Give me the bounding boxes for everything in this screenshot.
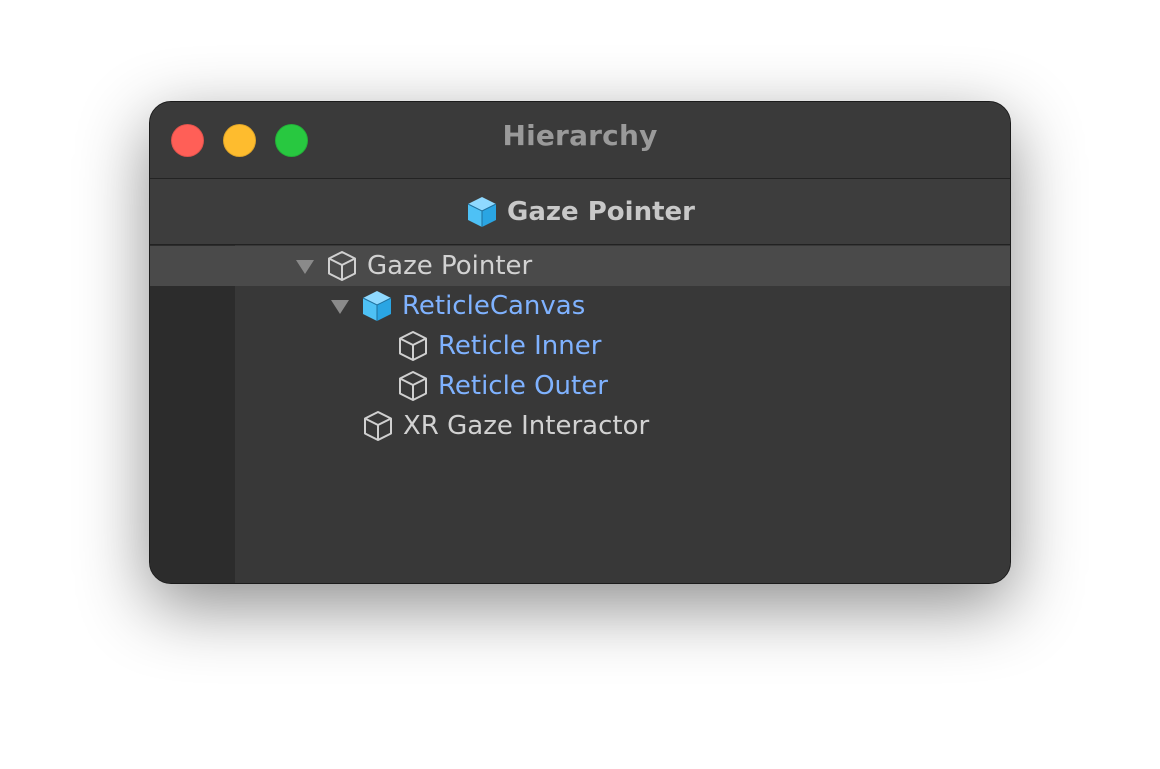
hierarchy-window: Hierarchy Gaze Pointer Gaze Pointer Reti… — [149, 101, 1011, 584]
window-title: Hierarchy — [502, 119, 658, 152]
gameobject-cube-icon — [396, 369, 430, 403]
tree-row-reticle-canvas[interactable]: ReticleCanvas — [150, 286, 1010, 326]
tree-row-label: Reticle Outer — [438, 371, 608, 401]
gameobject-cube-icon — [396, 329, 430, 363]
hierarchy-tree: Gaze Pointer ReticleCanvas Reticle Inner… — [150, 245, 1010, 583]
tree-row-xr-gaze-interactor[interactable]: XR Gaze Interactor — [150, 406, 1010, 446]
tree-row-label: Gaze Pointer — [367, 251, 533, 281]
prefab-cube-icon — [360, 289, 394, 323]
tree-row-label: Reticle Inner — [438, 331, 602, 361]
tree-row-gaze-pointer[interactable]: Gaze Pointer — [150, 246, 1010, 286]
expand-arrow-icon[interactable] — [329, 295, 351, 317]
prefab-cube-icon — [465, 195, 499, 229]
gameobject-cube-icon — [361, 409, 395, 443]
expand-arrow-icon[interactable] — [294, 255, 316, 277]
prefab-breadcrumb[interactable]: Gaze Pointer — [150, 179, 1010, 245]
tree-row-reticle-inner[interactable]: Reticle Inner — [150, 326, 1010, 366]
tree-row-label: ReticleCanvas — [402, 291, 586, 321]
title-bar[interactable]: Hierarchy — [150, 102, 1010, 179]
tree-row-label: XR Gaze Interactor — [403, 411, 650, 441]
gameobject-cube-icon — [325, 249, 359, 283]
tree-row-reticle-outer[interactable]: Reticle Outer — [150, 366, 1010, 406]
breadcrumb-label: Gaze Pointer — [507, 196, 695, 227]
